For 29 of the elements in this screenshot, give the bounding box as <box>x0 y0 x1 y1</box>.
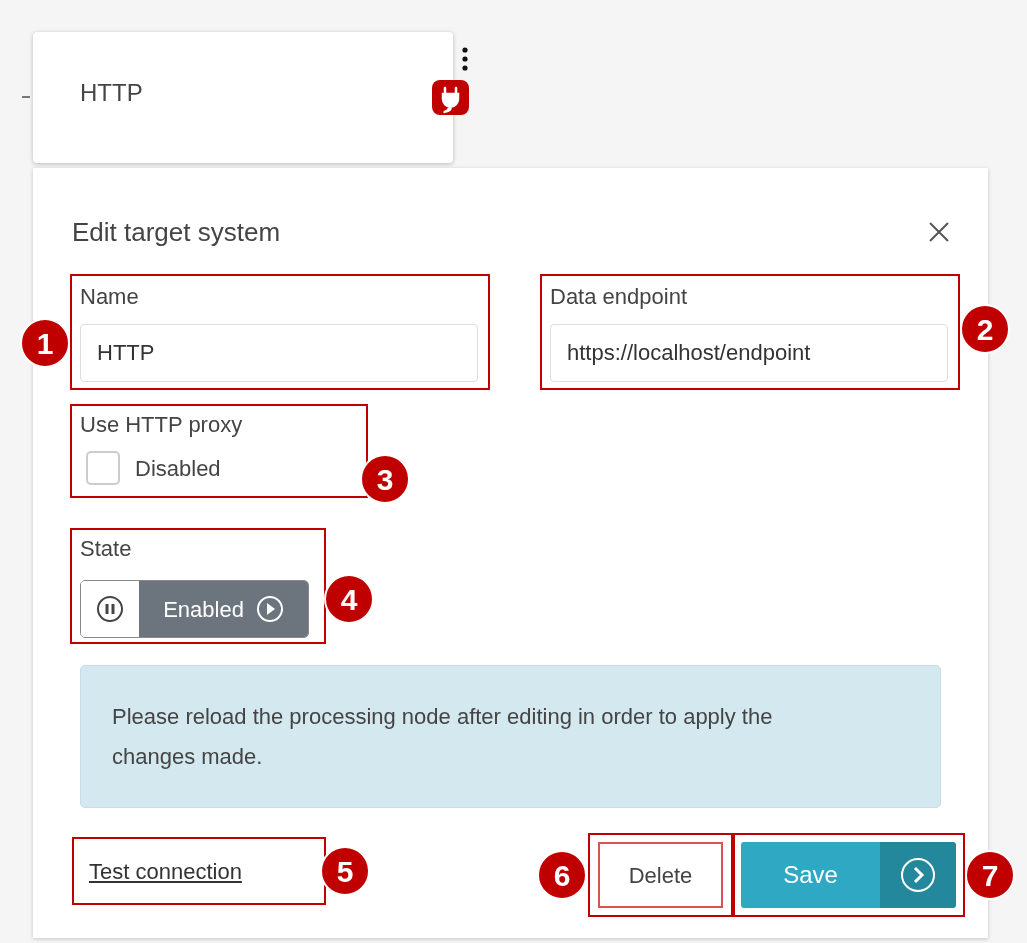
plug-icon <box>432 80 469 115</box>
callout-badge: 3 <box>360 454 410 504</box>
callout-badge: 6 <box>537 850 587 900</box>
node-card[interactable]: HTTP <box>33 32 453 163</box>
dialog-title: Edit target system <box>72 215 281 249</box>
callout-badge: 2 <box>960 304 1010 354</box>
field-label: State <box>80 535 133 563</box>
delete-button[interactable]: Delete <box>598 842 723 908</box>
state-toggle[interactable]: Enabled <box>80 580 309 638</box>
callout-badge: 4 <box>324 574 374 624</box>
state-label: Enabled <box>163 595 244 624</box>
checkbox-label: Disabled <box>135 454 221 483</box>
chevron-icon <box>900 857 936 893</box>
callout-badge: 1 <box>20 318 70 368</box>
text-field[interactable]: HTTP <box>80 324 478 382</box>
field-label: Use HTTP proxy <box>80 411 244 439</box>
checkbox[interactable] <box>86 451 120 485</box>
callout-badge: 7 <box>965 850 1015 900</box>
field-label: Name <box>80 283 140 310</box>
play-icon <box>255 595 284 623</box>
more-icon[interactable] <box>461 47 469 71</box>
pause-icon <box>96 595 124 623</box>
test-connection-link[interactable]: Test connection <box>89 854 242 888</box>
notice-text: Please reload the processing node after editing in order to apply the changes made. <box>112 702 774 771</box>
node-title: HTTP <box>80 77 143 108</box>
close-icon[interactable] <box>928 221 950 243</box>
callout-badge: 5 <box>320 846 370 896</box>
text-field[interactable]: https://localhost/endpoint <box>550 324 948 382</box>
field-label: Data endpoint <box>550 283 688 310</box>
